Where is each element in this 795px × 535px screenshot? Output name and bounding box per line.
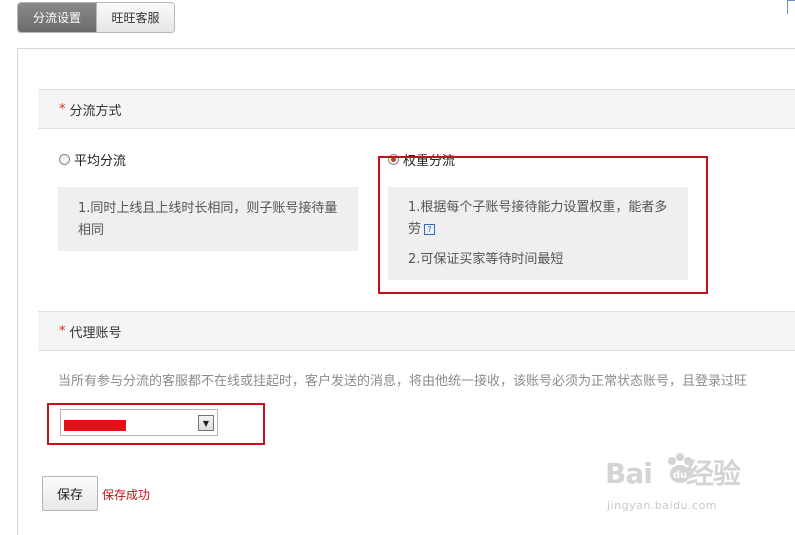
description-line: 1.同时上线且上线时长相同，则子账号接待量相同 <box>78 201 338 238</box>
tab-bar: 分流设置 旺旺客服 <box>17 2 175 33</box>
radio-label: 平均分流 <box>74 154 127 169</box>
section-title: 分流方式 <box>69 103 122 119</box>
proxy-account-header: * 代理账号 <box>38 311 795 351</box>
radio-average[interactable]: 平均分流 <box>59 150 126 169</box>
highlight-box-weighted <box>378 156 708 294</box>
baidu-watermark: Bai 经验 du jingyan.baidu.com <box>605 452 755 522</box>
corner-link-icon[interactable] <box>787 0 795 14</box>
proxy-notice: 当所有参与分流的客服都不在线或挂起时，客户发送的消息，将由他统一接收，该账号必须… <box>58 374 748 389</box>
distribution-method-header: * 分流方式 <box>38 89 795 129</box>
required-star: * <box>59 323 66 339</box>
highlight-box-proxy <box>47 403 265 445</box>
radio-button[interactable] <box>59 154 70 165</box>
paw-icon: du <box>668 453 692 483</box>
save-status: 保存成功 <box>102 488 151 502</box>
tab-distribution-settings[interactable]: 分流设置 <box>18 3 96 32</box>
average-description: 1.同时上线且上线时长相同，则子账号接待量相同 <box>58 187 358 251</box>
watermark-url: jingyan.baidu.com <box>607 499 718 512</box>
required-star: * <box>59 101 66 117</box>
save-button[interactable]: 保存 <box>42 476 98 511</box>
svg-text:du: du <box>673 470 687 481</box>
section-title: 代理账号 <box>69 325 122 341</box>
tab-wangwang-service[interactable]: 旺旺客服 <box>96 3 174 32</box>
